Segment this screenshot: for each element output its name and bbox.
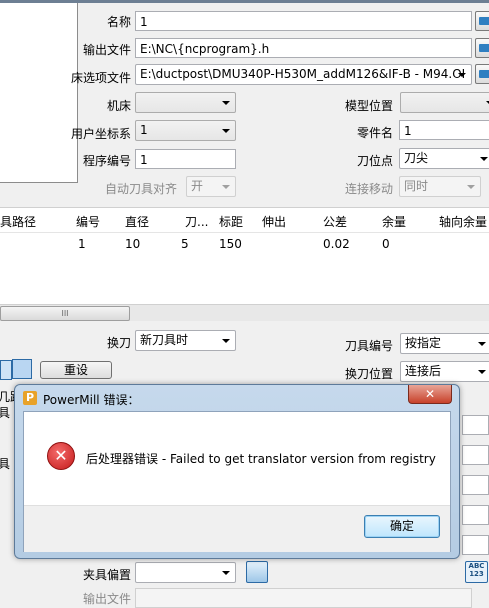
chevron-down-icon (480, 157, 488, 161)
table-header-toolpath[interactable]: 具路径 (0, 213, 36, 231)
auto-move-label: 连接移动 (344, 182, 393, 196)
right-field-stub-4[interactable] (462, 505, 489, 525)
auto-move-select[interactable]: 同时 (399, 176, 481, 197)
dialog-title: PowerMill 错误： (43, 393, 140, 407)
table-header-gauge[interactable]: 标距 (219, 213, 243, 231)
table-header-overhang[interactable]: 伸出 (262, 213, 286, 231)
name-label: 名称 (106, 15, 131, 29)
table-cell-tool: 5 (181, 237, 189, 251)
right-field-stub-5[interactable] (462, 535, 489, 555)
error-dialog: P PowerMill 错误： ✕ ✕ 后处理器错误 - Failed to g… (14, 384, 460, 559)
table-header-axial-allowance[interactable]: 轴向余量 (439, 213, 487, 231)
output-file-browse-icon[interactable] (475, 38, 489, 58)
part-name-label: 零件名 (356, 126, 393, 140)
option-file-label: 床选项文件 (70, 71, 131, 85)
close-icon: ✕ (424, 387, 436, 401)
scrollbar-grip: III (61, 309, 69, 318)
right-field-stub-3[interactable] (462, 475, 489, 495)
name-browse-icon[interactable] (475, 11, 489, 31)
left-panel (0, 0, 78, 183)
chevron-down-icon (222, 571, 230, 575)
clamp-offset-select[interactable] (135, 562, 236, 583)
tool-icon-2[interactable] (12, 359, 32, 379)
right-field-stub-1[interactable] (462, 415, 489, 435)
bottom-output-file-input[interactable] (135, 588, 472, 608)
chevron-down-icon (478, 342, 486, 346)
chevron-down-icon (458, 73, 466, 77)
top-edge-shadow (0, 0, 489, 3)
output-file-input[interactable]: E:\NC\{ncprogram}.h (135, 38, 472, 58)
tool-change-select[interactable]: 新刀具时 (135, 330, 236, 351)
user-coord-label: 用户坐标系 (70, 127, 131, 141)
clamp-pick-icon[interactable] (246, 561, 268, 583)
user-coord-select[interactable]: 1 (135, 120, 236, 141)
table-header-tool[interactable]: 刀... (185, 213, 208, 231)
tool-position-select[interactable]: 连接后 (400, 361, 489, 382)
auto-align-select[interactable]: 开 (186, 176, 236, 197)
name-input[interactable]: 1 (135, 11, 472, 31)
dialog-title-bar[interactable]: P PowerMill 错误： ✕ (15, 385, 459, 410)
tool-icon-1[interactable] (0, 360, 12, 380)
table-header-diameter[interactable]: 直径 (125, 213, 149, 231)
model-position-select[interactable] (400, 92, 489, 113)
tool-number-label: 刀具编号 (344, 339, 393, 353)
error-message: 后处理器错误 - Failed to get translator versio… (86, 452, 436, 466)
model-position-label: 模型位置 (344, 99, 393, 113)
table-header-allowance[interactable]: 余量 (382, 213, 406, 231)
clamp-offset-label: 夹具偏置 (82, 568, 131, 582)
left-cut-label-3: 具 (0, 457, 11, 471)
table-header-number[interactable]: 编号 (76, 213, 100, 231)
dialog-body: ✕ 后处理器错误 - Failed to get translator vers… (23, 411, 451, 552)
tool-change-label: 换刀 (106, 336, 131, 350)
reset-button[interactable]: 重设 (40, 361, 112, 379)
powermill-app-icon: P (23, 391, 37, 405)
option-file-select[interactable]: E:\ductpost\DMU340P-H530M_addM126&IF-B -… (135, 64, 472, 85)
table-header-row (0, 210, 489, 233)
scrollbar-thumb[interactable]: III (0, 306, 130, 321)
chevron-down-icon (222, 185, 230, 189)
machine-select[interactable] (135, 92, 236, 113)
program-no-input[interactable]: 1 (135, 149, 236, 169)
output-file-label: 输出文件 (82, 43, 131, 57)
table-cell-allowance: 0 (382, 237, 390, 251)
table-cell-diameter: 10 (125, 237, 141, 251)
machine-label: 机床 (106, 99, 131, 113)
left-cut-label-2: 具 (0, 406, 11, 420)
tool-point-label: 刀位点 (356, 154, 393, 168)
auto-align-label: 自动刀具对齐 (104, 182, 177, 196)
chevron-down-icon (478, 370, 486, 374)
table-header-tolerance[interactable]: 公差 (323, 213, 347, 231)
table-cell-gauge: 150 (219, 237, 242, 251)
table-cell-tolerance: 0.02 (323, 237, 350, 251)
option-file-value: E:\ductpost\DMU340P-H530M_addM126&IF-B -… (140, 67, 466, 81)
tool-point-select[interactable]: 刀尖 (399, 148, 489, 169)
error-icon: ✕ (47, 442, 75, 470)
dialog-close-button[interactable]: ✕ (408, 385, 452, 404)
chevron-down-icon (222, 129, 230, 133)
calculator-icon[interactable]: ABC 123 (465, 561, 488, 583)
table-cell-number: 1 (78, 237, 86, 251)
table-row[interactable] (0, 233, 489, 255)
right-field-stub-2[interactable] (462, 445, 489, 465)
chevron-down-icon (222, 339, 230, 343)
part-name-input[interactable]: 1 (399, 120, 489, 140)
program-no-label: 程序编号 (82, 154, 131, 168)
bottom-output-file-label: 输出文件 (82, 592, 131, 606)
horizontal-scrollbar[interactable]: III (0, 304, 489, 321)
option-file-browse-icon[interactable] (475, 64, 489, 84)
chevron-down-icon (222, 101, 230, 105)
tool-position-label: 换刀位置 (344, 367, 393, 381)
tool-number-select[interactable]: 按指定 (400, 333, 489, 354)
ok-button[interactable]: 确定 (364, 515, 440, 538)
chevron-down-icon (467, 185, 475, 189)
